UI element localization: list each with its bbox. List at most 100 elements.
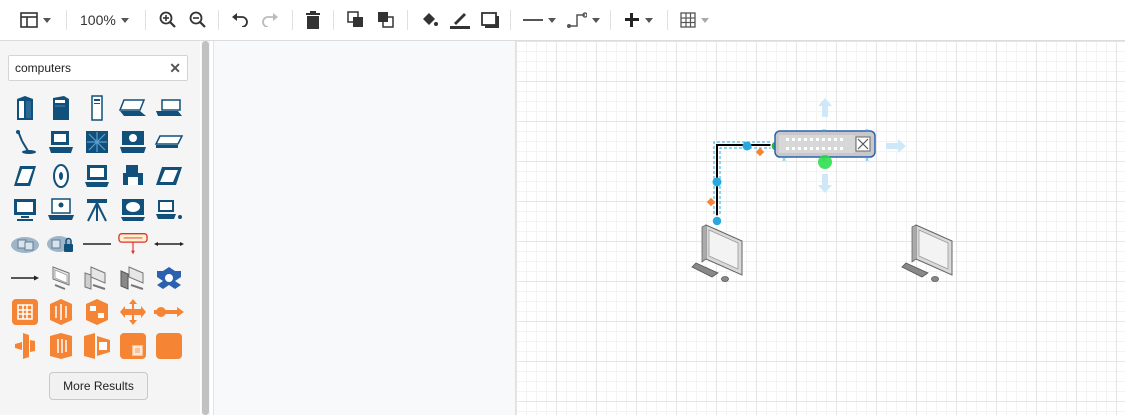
tablet-shape[interactable] [10, 161, 40, 191]
to-front-icon [347, 11, 363, 27]
waypoints-button[interactable] [567, 7, 600, 33]
edge-midpoint-handle[interactable] [755, 147, 765, 157]
desktop-pc-shape[interactable] [46, 127, 76, 157]
separator [667, 10, 668, 30]
laptop-open-shape[interactable] [154, 93, 184, 123]
aws-elastic-lb-shape[interactable] [118, 297, 148, 327]
workstation-shape[interactable] [154, 195, 184, 225]
chevron-down-icon [645, 17, 653, 23]
scrollbar-thumb[interactable] [202, 41, 209, 415]
chevron-down-icon [43, 17, 51, 23]
projector-tripod-shape[interactable] [82, 195, 112, 225]
svg-text:×: × [782, 157, 786, 164]
separator [333, 10, 334, 30]
line-color-button[interactable] [450, 7, 470, 33]
table-icon [680, 12, 696, 28]
aws-volume-shape[interactable] [118, 331, 148, 361]
double-arrow-line-shape[interactable] [154, 229, 184, 259]
laptop-shape[interactable] [118, 93, 148, 123]
redo-button[interactable] [261, 7, 279, 33]
insert-icon [625, 13, 639, 27]
cloud-servers-shape[interactable] [10, 229, 40, 259]
edge-midpoint-handle[interactable] [706, 197, 716, 207]
terminal-shape[interactable] [118, 127, 148, 157]
chevron-down-icon [548, 17, 556, 23]
all-in-one-pc-shape[interactable] [118, 195, 148, 225]
aws-lambda-shape[interactable] [10, 331, 40, 361]
monitor-shape[interactable] [10, 195, 40, 225]
delete-icon [306, 11, 320, 29]
line-color-icon [450, 13, 470, 29]
gray-computer-shape[interactable] [82, 263, 112, 293]
arrow-up-icon[interactable] [818, 98, 832, 117]
microphone-shape[interactable] [10, 127, 40, 157]
slim-tower-shape[interactable] [82, 93, 112, 123]
laptop-user-shape[interactable] [46, 195, 76, 225]
connection-style-button[interactable] [523, 7, 556, 33]
separator [218, 10, 219, 30]
close-icon[interactable]: ✕ [169, 60, 181, 77]
aws-connector-shape[interactable] [154, 297, 184, 327]
aws-instance-shape[interactable] [46, 297, 76, 327]
shadow-icon [481, 12, 499, 28]
insert-button[interactable] [624, 7, 653, 33]
computer-shape[interactable] [691, 224, 743, 282]
aws-ec2-shape[interactable] [10, 297, 40, 327]
computer-shape[interactable] [901, 224, 953, 282]
page-view-button[interactable] [20, 7, 51, 33]
chevron-down-icon [701, 17, 709, 23]
separator [407, 10, 408, 30]
shape-search[interactable]: ✕ [8, 55, 188, 81]
arrow-down-icon[interactable] [818, 174, 832, 193]
connection-point-highlight[interactable] [818, 155, 832, 169]
aws-auto-scaling-shape[interactable] [82, 297, 112, 327]
network-hub-shape[interactable] [154, 263, 184, 293]
cd-drive-shape[interactable] [46, 161, 76, 191]
separator [66, 10, 67, 30]
arrow-right-icon[interactable] [886, 139, 906, 153]
diagram-canvas[interactable]: × × × × × [515, 41, 1125, 415]
zoom-value: 100% [80, 12, 116, 28]
undo-button[interactable] [231, 7, 249, 33]
chevron-down-icon [120, 17, 129, 23]
tower-server-shape[interactable] [10, 93, 40, 123]
zoom-out-button[interactable] [189, 7, 207, 33]
shadow-button[interactable] [481, 7, 499, 33]
svg-text:×: × [822, 128, 826, 135]
crt-monitor-shape[interactable] [82, 161, 112, 191]
to-back-icon [378, 12, 394, 28]
zoom-dropdown[interactable]: 100% [80, 7, 129, 33]
fill-color-button[interactable] [420, 7, 438, 33]
page-view-icon [20, 12, 38, 28]
separator [610, 10, 611, 30]
aws-gateway-shape[interactable] [82, 331, 112, 361]
to-front-button[interactable] [347, 7, 365, 33]
line-shape[interactable] [82, 229, 112, 259]
arrow-line-shape[interactable] [10, 263, 40, 293]
to-back-button[interactable] [377, 7, 395, 33]
secure-cloud-shape[interactable] [46, 229, 76, 259]
zoom-in-icon [159, 11, 176, 28]
mainframe-shape[interactable] [46, 93, 76, 123]
zoom-in-button[interactable] [159, 7, 177, 33]
zoom-out-icon [189, 11, 206, 28]
search-input[interactable] [9, 56, 165, 80]
delete-button[interactable] [305, 7, 321, 33]
edge-waypoint-handle[interactable] [742, 141, 752, 151]
scanner-shape[interactable] [154, 161, 184, 191]
sidebar-scrollbar[interactable] [201, 41, 210, 415]
aws-storage-shape[interactable] [46, 331, 76, 361]
edge-source-handle[interactable] [711, 215, 723, 227]
fill-color-icon [423, 13, 438, 26]
gray-monitor-shape[interactable] [46, 263, 76, 293]
aws-group-shape[interactable] [154, 331, 184, 361]
callout-label-shape[interactable] [118, 229, 148, 259]
table-button[interactable] [680, 7, 709, 33]
more-results-button[interactable]: More Results [49, 372, 148, 400]
connector-edge[interactable] [713, 141, 779, 219]
rack-server-shape[interactable] [82, 127, 112, 157]
printer-shape[interactable] [118, 161, 148, 191]
edge-waypoint-handle[interactable] [712, 177, 722, 187]
thin-laptop-shape[interactable] [154, 127, 184, 157]
gray-workstation-shape[interactable] [118, 263, 148, 293]
